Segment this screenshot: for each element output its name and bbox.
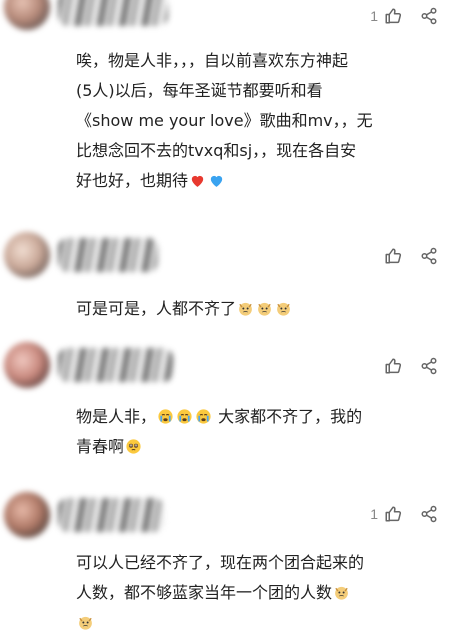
comment-header — [0, 336, 454, 406]
comment-line-text: 青春啊 — [76, 437, 125, 456]
crying-face-icon — [177, 409, 192, 424]
comment-item: 1 可以人已经不齐了，现在两个团合起来的 人数，都不够蓝家当年一个团的人数 — [0, 484, 454, 640]
comment-line-text: 可是可是，人都不齐了 — [76, 299, 237, 318]
share-icon[interactable] — [418, 503, 440, 525]
like-count: 1 — [370, 506, 378, 522]
comment-header — [0, 224, 454, 294]
username[interactable] — [58, 0, 168, 26]
share-icon[interactable] — [418, 355, 440, 377]
comment-actions — [382, 352, 440, 380]
username[interactable] — [58, 238, 158, 272]
comment-actions: 1 — [370, 500, 440, 528]
comment-text: 物是人非， 大家都不齐了，我的 青春啊 — [76, 402, 438, 462]
crying-dog-icon — [277, 302, 290, 316]
crying-dog-icon — [239, 302, 252, 316]
comment-text: 可以人已经不齐了，现在两个团合起来的 人数，都不够蓝家当年一个团的人数 — [76, 548, 438, 638]
like-count: 1 — [370, 8, 378, 24]
thumbs-up-icon — [382, 355, 404, 377]
crying-dog-icon — [258, 302, 271, 316]
like-button[interactable] — [382, 355, 404, 377]
comment-line-text: 大家都不齐了，我的 — [218, 407, 363, 426]
comment-text: 唉，物是人非，，，自以前喜欢东方神起 (5人)以后，每年圣诞节都要听和看 《sh… — [76, 46, 438, 196]
comment-line: 比想念回不去的tvxq和sj，，现在各自安 — [76, 141, 357, 160]
avatar[interactable] — [4, 492, 50, 538]
crying-dog-icon — [79, 616, 92, 630]
pleading-face-icon — [126, 439, 141, 454]
comment-line-text: 人数，都不够蓝家当年一个团的人数 — [76, 583, 333, 602]
share-icon[interactable] — [418, 245, 440, 267]
comment-line: 可以人已经不齐了，现在两个团合起来的 — [76, 553, 365, 572]
comment-line: 唉，物是人非，，，自以前喜欢东方神起 — [76, 51, 349, 70]
comment-line: (5人)以后，每年圣诞节都要听和看 — [76, 81, 323, 100]
like-button[interactable]: 1 — [370, 503, 404, 525]
share-icon[interactable] — [418, 5, 440, 27]
avatar[interactable] — [4, 232, 50, 278]
comment-item: 可是可是，人都不齐了 — [0, 224, 454, 334]
blue-heart-icon — [210, 175, 223, 187]
comment-actions: 1 — [370, 2, 440, 30]
comment-actions — [382, 242, 440, 270]
comment-line-text: 物是人非， — [76, 407, 157, 426]
comment-item: 1 唉，物是人非，，，自以前喜欢东方神起 (5人)以后，每年圣诞节都要听和看 《… — [0, 0, 454, 210]
comment-item: 物是人非， 大家都不齐了，我的 青春啊 — [0, 336, 454, 476]
comment-text: 可是可是，人都不齐了 — [76, 294, 438, 324]
comment-line-text: 好也好，也期待 — [76, 171, 189, 190]
comment-line: 好也好，也期待 — [76, 166, 438, 196]
crying-face-icon — [196, 409, 211, 424]
thumbs-up-icon — [382, 5, 404, 27]
like-button[interactable]: 1 — [370, 5, 404, 27]
crying-dog-icon — [335, 586, 348, 600]
comment-line: 《show me your love》歌曲和mv，，无 — [76, 111, 373, 130]
red-heart-icon — [191, 175, 204, 187]
thumbs-up-icon — [382, 245, 404, 267]
crying-face-icon — [158, 409, 173, 424]
comment-line — [76, 608, 438, 638]
avatar[interactable] — [4, 342, 50, 388]
comment-header: 1 — [0, 484, 454, 554]
like-button[interactable] — [382, 245, 404, 267]
comment-line: 物是人非， 大家都不齐了，我的 — [76, 402, 438, 432]
thumbs-up-icon — [382, 503, 404, 525]
avatar[interactable] — [4, 0, 50, 30]
comment-line: 人数，都不够蓝家当年一个团的人数 — [76, 578, 438, 608]
comment-line: 可是可是，人都不齐了 — [76, 294, 438, 324]
comment-line: 青春啊 — [76, 432, 438, 462]
username[interactable] — [58, 348, 173, 382]
username[interactable] — [58, 498, 164, 532]
